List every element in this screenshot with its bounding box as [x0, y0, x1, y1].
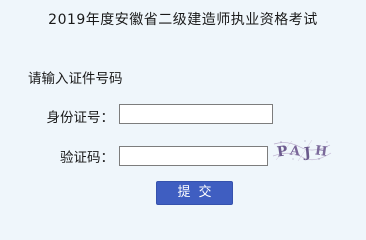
- captcha-label: 验证码：: [60, 150, 114, 166]
- page-title: 2019年度安徽省二级建造师执业资格考试: [48, 12, 318, 28]
- captcha-input[interactable]: [119, 146, 268, 166]
- captcha-image[interactable]: P A J H: [272, 138, 332, 162]
- submit-button[interactable]: 提交: [156, 181, 233, 205]
- id-number-label: 身份证号：: [46, 110, 115, 126]
- form-prompt: 请输入证件号码: [28, 71, 123, 87]
- captcha-char: H: [314, 143, 328, 160]
- id-number-input[interactable]: [119, 104, 273, 124]
